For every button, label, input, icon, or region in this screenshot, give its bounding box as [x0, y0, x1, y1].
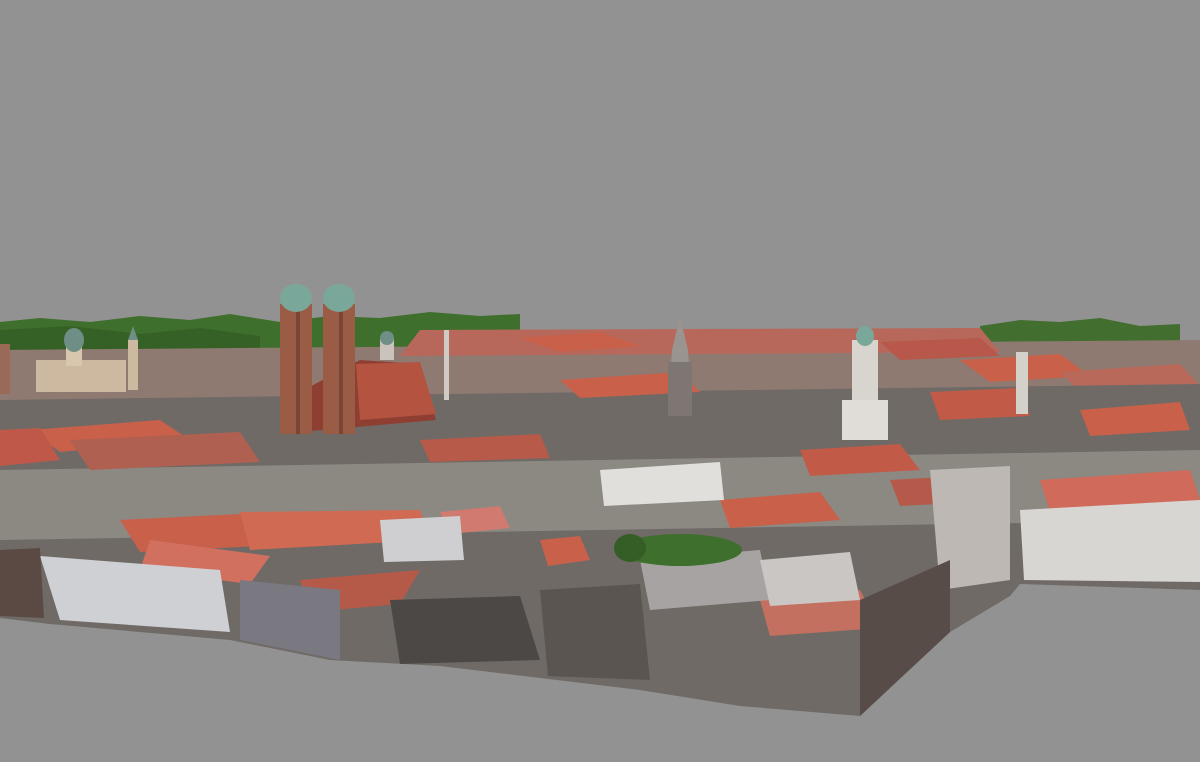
city-blocks [0, 372, 1200, 716]
3d-city-viewport[interactable] [0, 0, 1200, 762]
photogrammetry-city-model [0, 284, 1200, 716]
